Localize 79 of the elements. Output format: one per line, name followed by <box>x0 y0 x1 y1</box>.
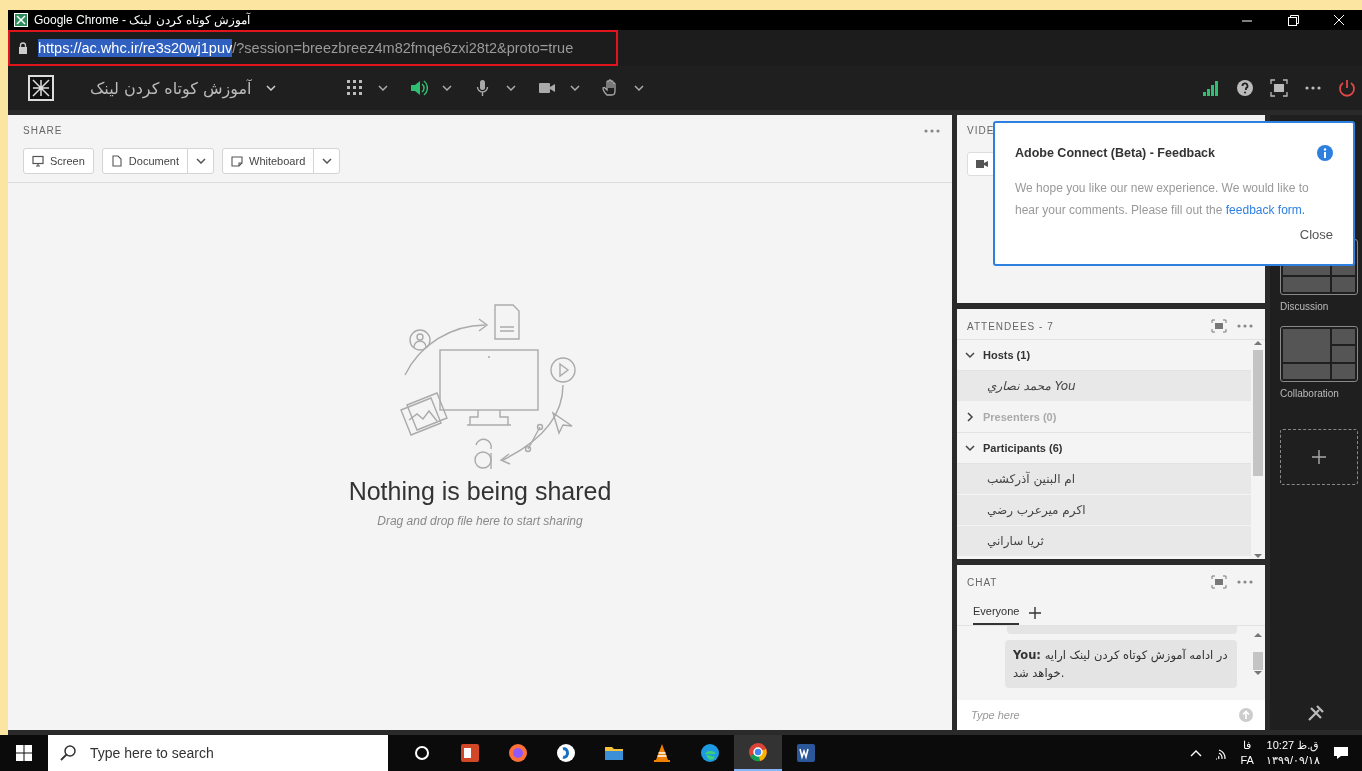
fullscreen-icon[interactable] <box>1211 319 1227 333</box>
attendee-name[interactable]: You محمد نصاري <box>987 379 1076 393</box>
tools-icon[interactable] <box>1307 704 1325 722</box>
browser-icon <box>746 740 770 764</box>
swirl-app-icon <box>698 741 722 765</box>
window-title: Google Chrome - آموزش کوتاه کردن لینک <box>34 13 252 27</box>
language-indicator[interactable]: فا <box>1243 738 1252 753</box>
close-button[interactable]: Close <box>1299 227 1333 242</box>
lock-icon <box>18 42 28 54</box>
attendee-name[interactable]: ام البنین آذرکشب <box>987 472 1076 486</box>
chevron-down-icon <box>965 350 975 360</box>
scrollbar-thumb[interactable] <box>1253 350 1263 476</box>
attendee-name[interactable]: ثریا ساراني <box>987 534 1044 548</box>
document-icon <box>110 155 123 167</box>
meeting-title: آموزش کوتاه کردن لینک <box>90 78 252 98</box>
taskbar-app-button[interactable] <box>734 735 782 771</box>
layout-label: Discussion <box>1280 301 1329 312</box>
caret-icon[interactable] <box>505 85 516 91</box>
panel-title: CHAT <box>967 576 998 588</box>
logo-icon <box>28 75 54 101</box>
browser-globe-icon <box>506 741 530 765</box>
group-label: Presenters (0) <box>983 411 1057 423</box>
language-code[interactable]: FA <box>1240 753 1254 768</box>
notification-icon[interactable] <box>1332 744 1350 762</box>
caret-icon[interactable] <box>377 85 388 91</box>
search-icon <box>60 745 76 761</box>
text-input[interactable]: Type here to search <box>88 737 388 769</box>
dialog-message: We hope you like our new experience. We would like to hear your comments. Please fill out the feedback form. <box>1015 180 1310 219</box>
panel-title: VIDE <box>967 125 995 136</box>
feedback-link[interactable]: feedback form. <box>1225 203 1306 217</box>
caret-icon <box>195 158 206 164</box>
scroll-up-icon[interactable] <box>1254 632 1262 638</box>
caret-icon[interactable] <box>569 85 580 91</box>
screen-button[interactable]: Screen <box>24 149 93 173</box>
search-field[interactable]: Type here to search <box>48 735 388 771</box>
fullscreen-icon[interactable] <box>1211 575 1227 589</box>
url-text: /?session=breezbreez4m82fmqe6zxi28t2&proto=true <box>232 40 574 56</box>
panel-title: SHARE <box>23 125 63 136</box>
camera-icon <box>976 159 988 169</box>
dialog-title: Adobe Connect (Beta) - Feedback <box>1015 146 1216 160</box>
clock-time[interactable]: ق.ظ 10:27 <box>1266 738 1320 753</box>
group-label: Participants (6) <box>983 442 1063 454</box>
attendee-name[interactable]: اکرم میرعرب رضي <box>987 503 1086 517</box>
empty-state-hint: Drag and drop file here to start sharing <box>377 514 583 528</box>
chevron-up-icon[interactable] <box>1190 749 1203 757</box>
chat-input[interactable]: Type here <box>957 700 1265 730</box>
panel-title: ATTENDEES - 7 <box>967 320 1054 332</box>
plus-icon[interactable] <box>1029 607 1042 619</box>
power-icon[interactable] <box>1338 79 1356 97</box>
caret-icon[interactable] <box>633 85 644 91</box>
layout-label: Collaboration <box>1280 388 1339 399</box>
add-layout-button[interactable] <box>1280 429 1358 485</box>
speaker-icon[interactable] <box>409 79 428 97</box>
windows-start-icon[interactable] <box>16 745 32 761</box>
presentation-app-icon <box>458 741 482 765</box>
clock-date[interactable]: ۱۳۹۹/۰۹/۱۸ <box>1265 753 1320 768</box>
monitor-icon <box>32 155 44 167</box>
caret-icon <box>321 158 332 164</box>
layout-thumbnail[interactable] <box>1280 326 1358 382</box>
scrollbar-thumb[interactable] <box>1253 652 1263 670</box>
group-label: Hosts (1) <box>983 349 1031 361</box>
scroll-up-icon[interactable] <box>1254 340 1262 346</box>
help-icon[interactable] <box>1236 79 1254 97</box>
apps-grid-icon[interactable] <box>345 79 364 97</box>
chevron-right-icon <box>965 412 975 422</box>
caret-icon[interactable] <box>265 85 276 91</box>
text-input[interactable]: Type here <box>969 708 1239 722</box>
fullscreen-icon[interactable] <box>1270 79 1288 97</box>
empty-state-title: Nothing is being shared <box>348 477 612 506</box>
whiteboard-icon <box>231 155 243 167</box>
app-icon <box>14 13 28 27</box>
info-icon <box>1317 145 1333 161</box>
document-app-icon <box>794 741 818 765</box>
scroll-down-icon[interactable] <box>1254 553 1262 559</box>
plus-icon <box>1312 450 1326 464</box>
caret-icon[interactable] <box>441 85 452 91</box>
round-app-icon <box>554 741 578 765</box>
signal-bars-icon <box>1202 79 1220 97</box>
chevron-down-icon <box>965 443 975 453</box>
